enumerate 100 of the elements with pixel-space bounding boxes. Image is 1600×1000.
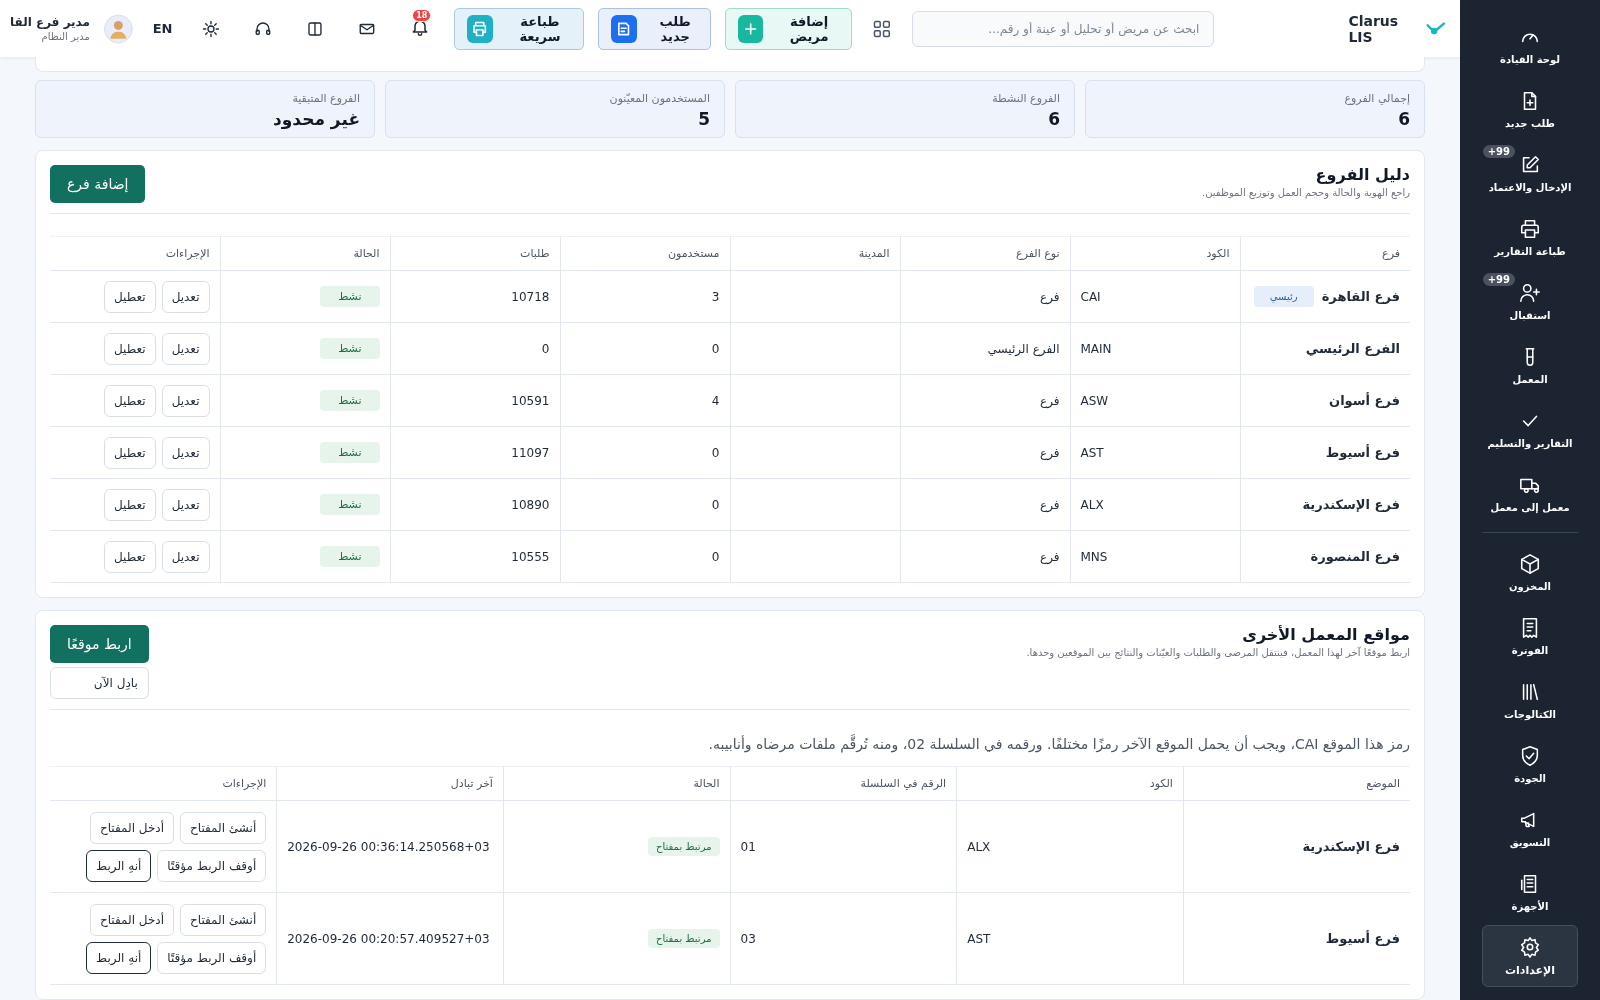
column-header: المدينة [730,236,900,271]
row-action-button[interactable]: أوقف الربط مؤقتًا [157,849,267,882]
row-action-button[interactable]: أنهِ الربط [86,849,152,882]
sidebar-item[interactable]: لوحة القيادة [1482,14,1578,76]
row-action-button[interactable]: تعطيل [103,436,156,469]
row-action-button[interactable]: أنهِ الربط [86,941,152,974]
status-badge: نشط [320,390,380,411]
row-action-button[interactable]: تعطيل [103,280,156,313]
row-action-button[interactable]: أوقف الربط مؤقتًا [157,941,267,974]
table-cell: ALX [967,839,991,854]
action-button[interactable]: طباعة سريعة [454,7,585,50]
row-action-button[interactable]: تعديل [161,436,210,469]
column-header: الحالة [503,766,731,801]
column-header: مستخدمون [560,236,730,271]
stat-value: 6 [1048,109,1060,129]
row-action-button[interactable]: تعطيل [103,540,156,573]
row-action-button[interactable]: أدخل المفتاح [89,903,174,936]
table-cell: 2026-09-26 00:36:14.250568+03 [287,839,490,854]
column-header: الكود [956,766,1184,801]
sidebar-item[interactable]: التسويق [1482,797,1578,859]
gear-icon [1519,935,1541,958]
branch-name: فرع القاهرة [1321,289,1400,304]
row-action-button[interactable]: تعديل [161,332,210,365]
sidebar-item[interactable]: الجودة [1482,733,1578,795]
sidebar-item[interactable]: الفوترة [1482,605,1578,667]
action-button[interactable]: طلب جديد [598,7,711,50]
row-action-button[interactable]: تعديل [161,384,210,417]
table-cell: ASW [1080,393,1109,408]
row-action-button[interactable]: تعديل [161,540,210,573]
language-button[interactable]: EN [146,21,179,36]
column-header: الحالة [220,236,390,271]
user-name: مدير فرع القا [10,15,90,29]
sidebar-item[interactable]: المعمل [1482,334,1578,396]
stat-value: 6 [1398,109,1410,129]
count-badge: +99 [1482,145,1515,158]
section-subtitle: راجع الهوية والحالة وحجم العمل وتوزيع الموظفين. [1202,187,1410,198]
shield-icon [1519,744,1541,767]
add-branch-button[interactable]: إضافة فرع [50,165,146,203]
stat-label: المستخدمون المعيّنون [609,92,710,105]
brand-name: Clarus LIS [1348,12,1400,45]
column-header: الإجراءات [50,236,220,271]
sidebar-item[interactable]: الأجهزة [1482,861,1578,923]
table-cell: 10555 [511,549,550,564]
row-action-button[interactable]: تعطيل [103,488,156,521]
table-cell: 01 [740,839,756,854]
branch-name: فرع أسوان [1329,393,1400,408]
sun-icon[interactable] [202,18,221,39]
column-header: فرع [1240,236,1410,271]
row-action-button[interactable]: تعديل [161,280,210,313]
row-action-button[interactable]: أنشئ المفتاح [180,811,267,844]
status-badge: نشط [320,338,380,359]
branch-name: فرع الإسكندرية [1302,497,1400,512]
exchange-button[interactable]: بادِل الآن [50,667,149,699]
table-cell: ALX [1080,497,1104,512]
table-cell: 3 [711,289,720,304]
site-note: رمز هذا الموقع CAI، ويجب أن يحمل الموقع الآخر رمزًا مختلفًا. ورقمه في السلسلة 02، ومنه تُرقَّم ملفات مرضاه وأنابيبه. [707,736,1410,752]
column-header: آخر تبادل [276,766,504,801]
row-action-button[interactable]: أنشئ المفتاح [180,903,267,936]
sidebar-item[interactable]: المخزون [1482,541,1578,603]
sidebar-item[interactable]: التقارير والتسليم [1482,398,1578,460]
stat-label: إجمالي الفروع [1344,92,1410,105]
branch-name: الفرع الرئيسي [1305,341,1400,356]
user-role: مدير النظام [41,31,90,42]
sidebar-item[interactable]: طلب جديد [1482,78,1578,140]
table-cell: فرع [1039,393,1060,408]
branch-name: فرع المنصورة [1310,549,1400,564]
printer-icon [1519,217,1541,240]
table-cell: 0 [711,549,720,564]
table-cell: فرع [1039,497,1060,512]
sidebar-item[interactable]: الكتالوجات [1482,669,1578,731]
notification-count: 18 [412,8,432,22]
user-plus-icon [1519,281,1541,304]
section-title: مواقع المعمل الأخرى [1241,625,1410,644]
table-cell: فرع [1039,289,1060,304]
row-action-button[interactable]: تعطيل [103,384,156,417]
printer-icon [467,14,493,43]
column-header: نوع الفرع [900,236,1070,271]
sidebar-item[interactable]: طباعة التقارير [1482,206,1578,268]
link-site-button[interactable]: اربط موقعًا [50,625,149,663]
action-button[interactable]: إضافة مريض [724,7,852,50]
section-subtitle: اربط موقعًا آخر لهذا المعمل، فينتقل المرضى والطلبات والعيّنات والنتائج بين الموقعين وحدها. [1026,647,1410,658]
row-action-button[interactable]: أدخل المفتاح [89,811,174,844]
row-action-button[interactable]: تعديل [161,488,210,521]
table-cell: فرع [1039,549,1060,564]
column-header: الموضع [1183,766,1410,801]
sidebar-item[interactable]: معمل إلى معمل [1482,462,1578,524]
table-cell: 0 [711,497,720,512]
sidebar-item[interactable]: الإعدادات [1482,925,1578,987]
column-header: الرقم في السلسلة [730,766,957,801]
stat-label: الفروع المتبقية [292,92,360,105]
table-cell: 0 [711,445,720,460]
table-cell: 10718 [511,289,550,304]
site-name: فرع الإسكندرية [1302,839,1400,854]
status-badge: نشط [320,494,380,515]
row-action-button[interactable]: تعطيل [103,332,156,365]
stat-value: غير محدود [273,109,360,129]
table-cell: AST [1080,445,1104,460]
box-icon [1519,552,1541,575]
table-cell: 10591 [511,393,550,408]
table-cell: فرع [1039,445,1060,460]
